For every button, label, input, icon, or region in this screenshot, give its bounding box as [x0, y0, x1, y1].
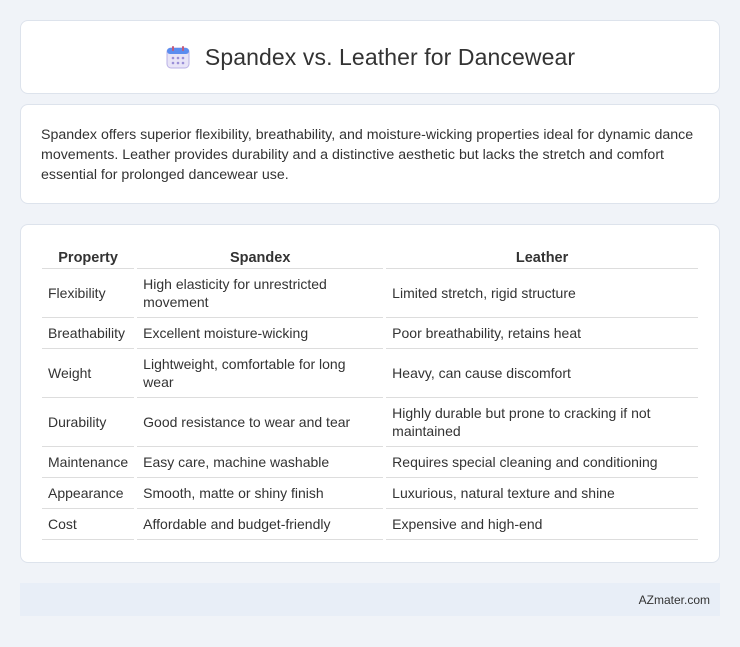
header-property: Property [42, 243, 135, 269]
cell-leather: Requires special cleaning and conditioni… [386, 447, 698, 478]
cell-property: Maintenance [42, 447, 135, 478]
calendar-icon [165, 44, 191, 70]
table-row: Appearance Smooth, matte or shiny finish… [42, 478, 698, 509]
table-header-row: Property Spandex Leather [42, 243, 698, 269]
cell-leather: Poor breathability, retains heat [386, 318, 698, 349]
footer: AZmater.com [20, 583, 720, 616]
comparison-table: Property Spandex Leather Flexibility Hig… [39, 243, 701, 540]
cell-spandex: Easy care, machine washable [137, 447, 384, 478]
footer-brand[interactable]: AZmater.com [639, 593, 710, 607]
table-row: Weight Lightweight, comfortable for long… [42, 349, 698, 398]
header-spandex: Spandex [137, 243, 384, 269]
cell-spandex: Lightweight, comfortable for long wear [137, 349, 384, 398]
cell-spandex: Good resistance to wear and tear [137, 398, 384, 447]
cell-property: Breathability [42, 318, 135, 349]
cell-leather: Highly durable but prone to cracking if … [386, 398, 698, 447]
cell-spandex: Affordable and budget-friendly [137, 509, 384, 540]
cell-leather: Luxurious, natural texture and shine [386, 478, 698, 509]
intro-card: Spandex offers superior flexibility, bre… [20, 104, 720, 204]
table-row: Durability Good resistance to wear and t… [42, 398, 698, 447]
cell-spandex: Smooth, matte or shiny finish [137, 478, 384, 509]
cell-spandex: Excellent moisture-wicking [137, 318, 384, 349]
cell-leather: Expensive and high-end [386, 509, 698, 540]
cell-property: Weight [42, 349, 135, 398]
table-row: Breathability Excellent moisture-wicking… [42, 318, 698, 349]
table-row: Maintenance Easy care, machine washable … [42, 447, 698, 478]
cell-property: Durability [42, 398, 135, 447]
cell-property: Flexibility [42, 269, 135, 318]
cell-leather: Heavy, can cause discomfort [386, 349, 698, 398]
table-row: Flexibility High elasticity for unrestri… [42, 269, 698, 318]
title-card: Spandex vs. Leather for Dancewear [20, 20, 720, 94]
intro-text: Spandex offers superior flexibility, bre… [41, 127, 694, 183]
table-row: Cost Affordable and budget-friendly Expe… [42, 509, 698, 540]
cell-property: Appearance [42, 478, 135, 509]
comparison-table-card: Property Spandex Leather Flexibility Hig… [20, 224, 720, 563]
page-title: Spandex vs. Leather for Dancewear [204, 43, 576, 70]
cell-spandex: High elasticity for unrestricted movemen… [137, 269, 384, 318]
cell-property: Cost [42, 509, 135, 540]
header-leather: Leather [386, 243, 698, 269]
cell-leather: Limited stretch, rigid structure [386, 269, 698, 318]
